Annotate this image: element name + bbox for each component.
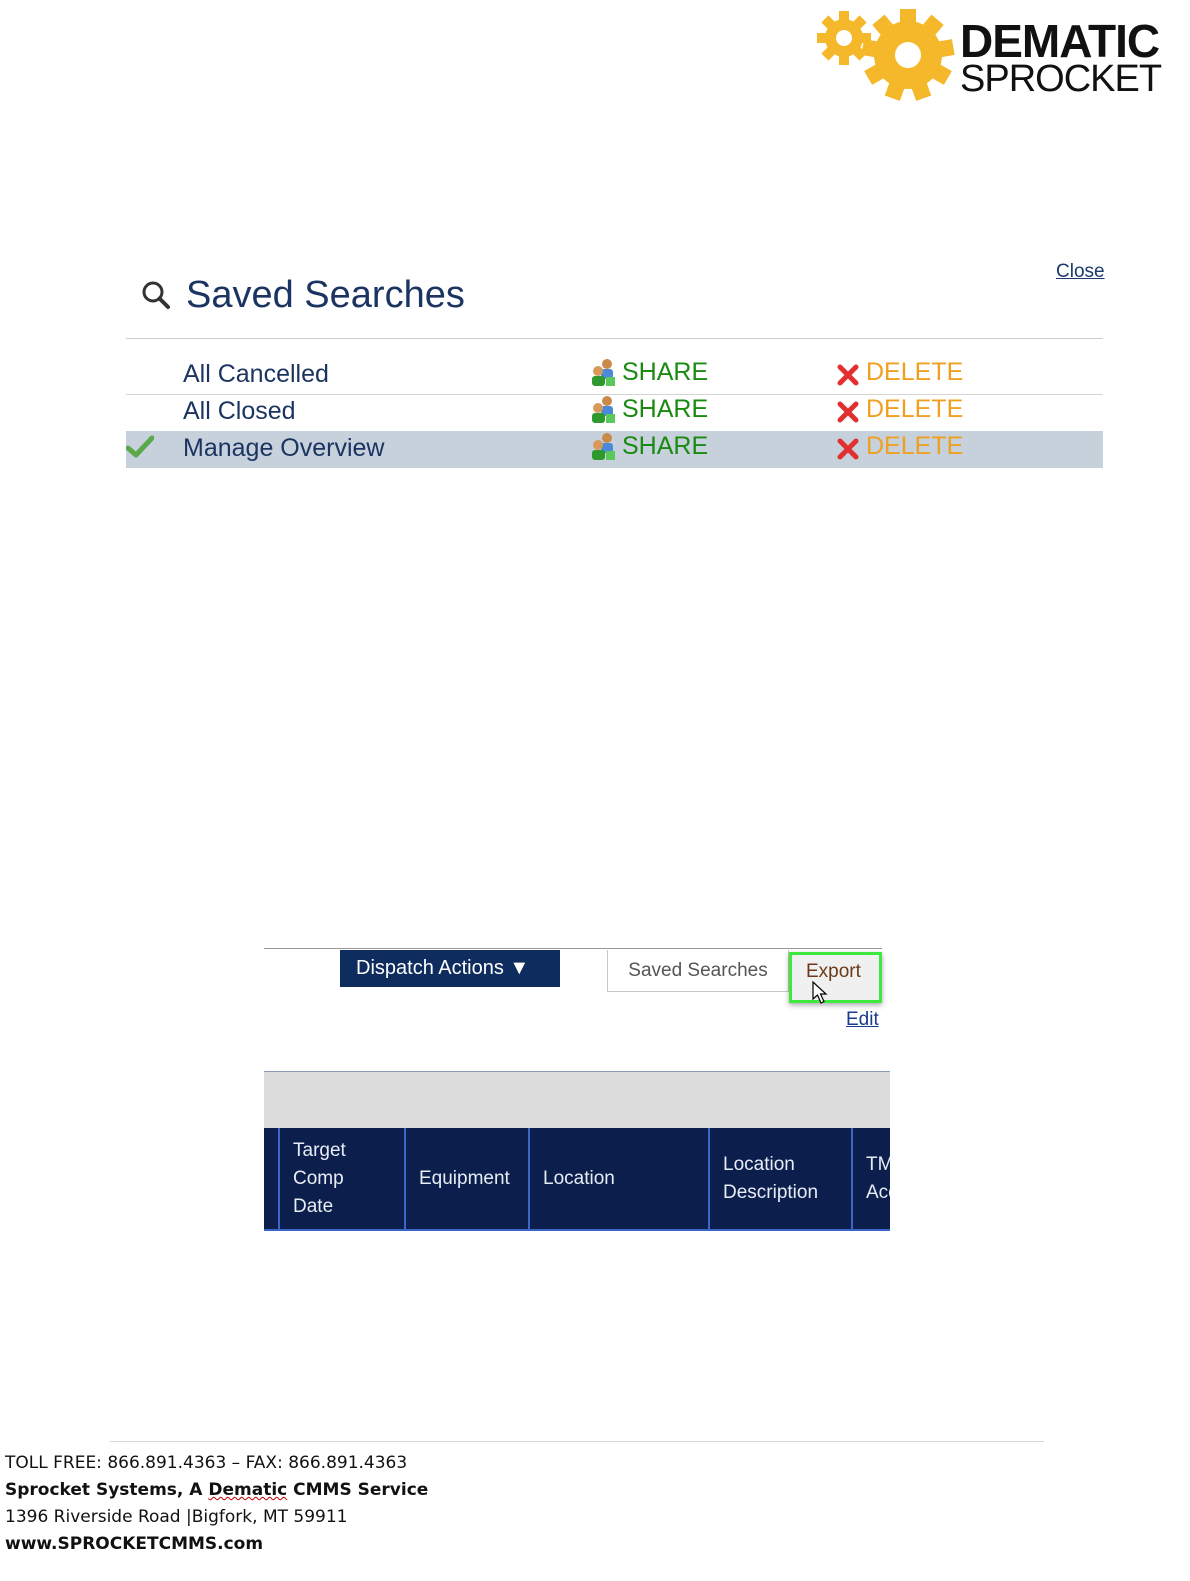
close-link[interactable]: Close [1056,261,1105,283]
company-name-dematic: Dematic [208,1480,288,1500]
footer-address: 1396 Riverside Road |Bigfork, MT 59911 [5,1507,348,1527]
delete-label: DELETE [866,358,964,386]
export-button[interactable]: Export [789,952,882,1003]
footer-website[interactable]: www.SPROCKETCMMS.com [5,1531,428,1558]
share-users-icon [592,433,615,460]
saved-searches-title: Saved Searches [186,274,465,316]
footer-phone: TOLL FREE: 866.891.4363 – FAX: 866.891.4… [5,1453,408,1473]
logo-wordmark: DEMATIC SPROCKET [960,18,1162,100]
gears-icon [817,9,955,101]
share-users-icon [592,359,615,386]
delete-button[interactable]: DELETE [836,357,963,387]
column-header-tm[interactable]: TM Acc [851,1128,890,1229]
saved-search-row-selected[interactable]: Manage Overview SHARE DELETE [126,431,1103,468]
company-name-part: CMMS Service [287,1480,429,1500]
dispatch-actions-button[interactable]: Dispatch Actions ▼ [340,950,560,987]
column-header-target-comp-date[interactable]: Target Comp Date [278,1128,404,1229]
column-header-label: Location [543,1167,615,1189]
delete-x-icon [837,401,859,423]
company-name-part: Sprocket Systems, A [5,1480,209,1500]
saved-search-name[interactable]: Manage Overview [183,434,384,463]
saved-searches-button[interactable]: Saved Searches [607,950,789,992]
footer-company: Sprocket Systems, A Dematic CMMS Service [5,1477,428,1504]
column-header-label: TM Acc [866,1153,890,1203]
saved-search-row[interactable]: All Closed SHARE DELETE [126,394,1103,431]
search-icon [142,281,170,309]
share-label: SHARE [622,432,709,460]
grid-toolbar-band [264,1071,890,1129]
delete-button[interactable]: DELETE [836,394,963,424]
logo-line-2: SPROCKET [960,58,1162,100]
footer: TOLL FREE: 866.891.4363 – FAX: 866.891.4… [5,1450,428,1558]
column-header-location[interactable]: Location [528,1128,708,1229]
saved-search-name[interactable]: All Closed [183,397,296,426]
column-header-label: Location Description [723,1153,819,1203]
column-header-location-description[interactable]: Location Description [708,1128,851,1229]
delete-label: DELETE [866,432,964,460]
share-label: SHARE [622,395,709,423]
column-header-equipment[interactable]: Equipment [404,1128,528,1229]
share-users-icon [592,396,615,423]
grid-header: Target Comp Date Equipment Location Loca… [264,1128,890,1231]
edit-link[interactable]: Edit [846,1009,879,1031]
delete-button[interactable]: DELETE [836,431,963,461]
column-header-label: Equipment [419,1167,510,1189]
column-header-label: Target Comp Date [293,1139,346,1217]
delete-x-icon [837,438,859,460]
footer-divider [110,1441,1044,1442]
share-button[interactable]: SHARE [590,394,708,424]
toolbar-divider [264,948,882,949]
saved-search-name[interactable]: All Cancelled [183,360,329,389]
delete-label: DELETE [866,395,964,423]
mouse-cursor-icon [812,981,828,1004]
share-label: SHARE [622,358,709,386]
checkmark-icon [126,435,154,458]
delete-x-icon [837,364,859,386]
saved-search-row[interactable]: All Cancelled SHARE DELETE [126,357,1103,395]
dematic-sprocket-logo: DEMATIC SPROCKET [812,8,1184,104]
divider [126,338,1103,339]
share-button[interactable]: SHARE [590,431,708,461]
share-button[interactable]: SHARE [590,357,708,387]
